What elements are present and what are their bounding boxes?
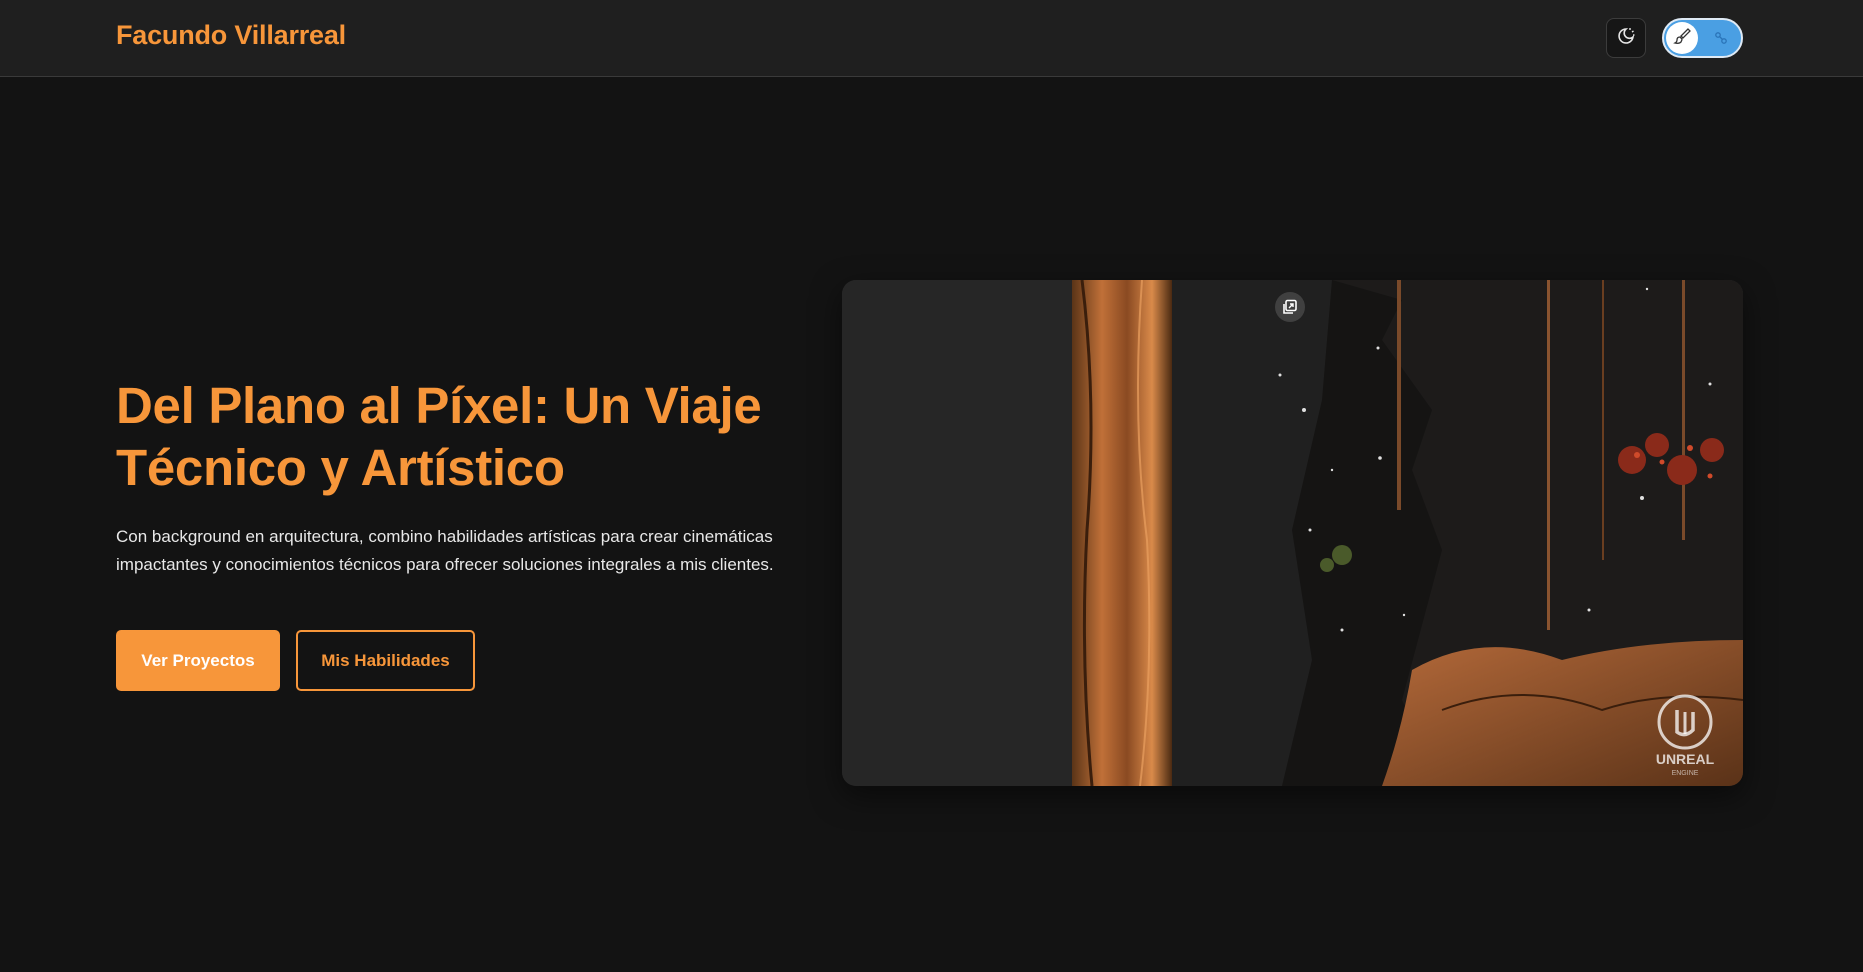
moon-sun-icon <box>1616 26 1636 51</box>
mode-toggle-knob <box>1666 22 1698 54</box>
forest-scene-image <box>842 280 1743 786</box>
site-header: Facundo Villarreal <box>0 0 1863 77</box>
mode-toggle[interactable] <box>1662 18 1743 58</box>
brand-name[interactable]: Facundo Villarreal <box>116 20 346 51</box>
svg-text:UNREAL: UNREAL <box>1656 751 1715 767</box>
my-skills-button[interactable]: Mis Habilidades <box>296 630 475 691</box>
view-projects-button[interactable]: Ver Proyectos <box>116 630 280 691</box>
hero-title: Del Plano al Píxel: Un Viaje Técnico y A… <box>116 377 762 496</box>
hero-description: Con background en arquitectura, combino … <box>116 527 774 574</box>
hero-video[interactable]: UNREAL ENGINE <box>842 280 1743 786</box>
unreal-engine-logo: UNREAL ENGINE <box>1645 692 1725 778</box>
expand-button[interactable] <box>1275 292 1305 322</box>
expand-icon <box>1282 299 1298 315</box>
theme-toggle-button[interactable] <box>1606 18 1646 58</box>
dev-icon <box>1713 30 1729 46</box>
paintbrush-icon <box>1673 27 1691 50</box>
svg-text:ENGINE: ENGINE <box>1672 770 1699 777</box>
